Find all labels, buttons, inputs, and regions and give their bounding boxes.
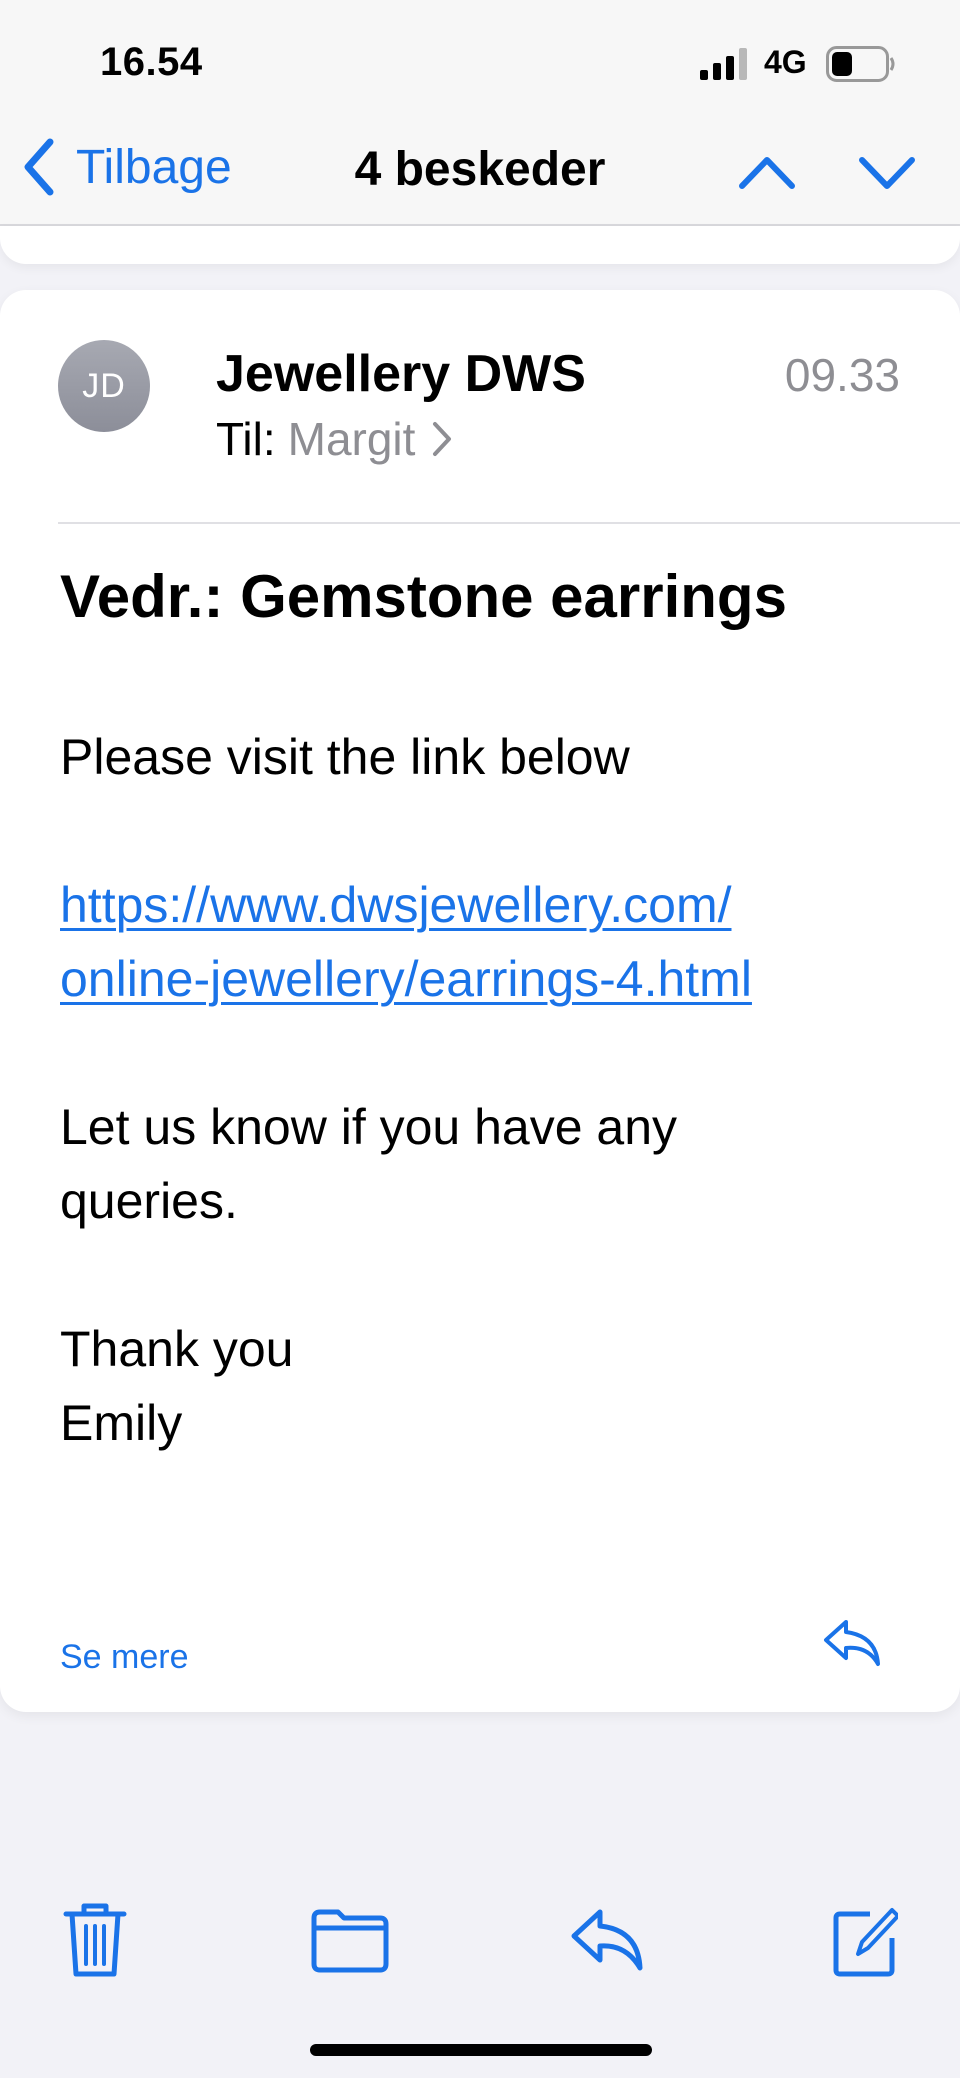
signature: Emily	[60, 1395, 183, 1451]
message-time: 09.33	[784, 349, 900, 401]
battery-icon	[826, 46, 895, 82]
folder-icon[interactable]	[310, 1900, 390, 1980]
see-more-link[interactable]: Se mere	[60, 1638, 189, 1677]
back-button[interactable]: Tilbage	[20, 132, 232, 202]
home-indicator	[310, 2044, 652, 2056]
reply-icon[interactable]	[568, 1900, 646, 1980]
nav-title-text: 4 beskeder	[354, 143, 606, 196]
trash-icon[interactable]	[62, 1900, 128, 1980]
body-line: Thank you	[60, 1321, 294, 1377]
message-body: Please visit the link below https://www.…	[60, 720, 920, 1460]
network-label: 4G	[764, 44, 807, 80]
jewellery-link[interactable]: https://www.dwsjewellery.com/ online-jew…	[60, 868, 920, 1016]
message-subject: Vedr.: Gemstone earrings	[60, 563, 787, 630]
previous-message-card[interactable]	[0, 226, 960, 264]
recipient-row[interactable]: Til: Margit	[216, 412, 453, 466]
sender-name[interactable]: Jewellery DWS	[216, 344, 586, 404]
chevron-down-icon[interactable]	[856, 144, 918, 200]
back-label: Tilbage	[76, 140, 232, 194]
mail-screen: 16.54 4G 4 beskeder Tilbage JD Jewellery…	[0, 0, 960, 2078]
status-bar: 16.54 4G	[0, 0, 960, 120]
link-line: https://www.dwsjewellery.com/	[60, 877, 732, 933]
message-card: JD Jewellery DWS 09.33 Til: Margit Vedr.…	[0, 290, 960, 1712]
recipient-name[interactable]: Margit	[288, 412, 416, 466]
chevron-right-icon	[433, 422, 452, 456]
chevron-up-icon[interactable]	[736, 144, 798, 200]
link-line: online-jewellery/earrings-4.html	[60, 951, 752, 1007]
signal-icon	[700, 48, 747, 80]
status-time: 16.54	[100, 40, 203, 84]
body-line: Let us know if you have any	[60, 1099, 678, 1155]
body-line: Please visit the link below	[60, 729, 630, 785]
to-label: Til:	[216, 413, 276, 465]
nav-bar: 4 beskeder Tilbage	[0, 120, 960, 226]
avatar[interactable]: JD	[58, 340, 150, 432]
reply-icon[interactable]	[820, 1616, 884, 1670]
chevron-left-icon	[24, 138, 54, 196]
body-line: queries.	[60, 1173, 238, 1229]
compose-icon[interactable]	[830, 1900, 898, 1980]
header-divider	[58, 522, 960, 524]
